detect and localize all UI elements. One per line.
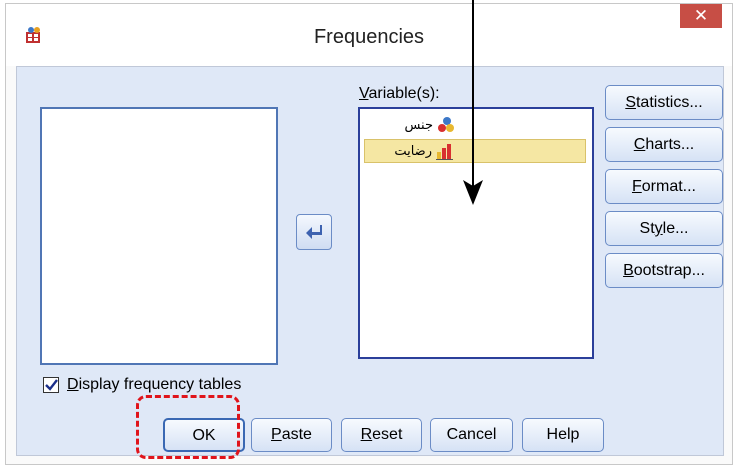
nominal-icon [438,117,454,132]
variables-label-text: ariable(s): [368,85,440,102]
reset-button[interactable]: Reset [341,418,422,452]
charts-label: harts... [645,136,695,153]
ok-highlight-annotation [136,395,240,459]
paste-button[interactable]: Paste [251,418,332,452]
style-label: le... [662,220,689,237]
checkmark-icon [45,379,58,391]
variables-label: Variable(s): [359,85,440,103]
move-arrow-icon [306,225,322,239]
window-title: Frequencies [313,26,425,48]
frequencies-dialog: Frequencies ✕ Variable(s): جنس رضایت Sta… [5,3,733,465]
statistics-button[interactable]: Statistics... [605,85,723,120]
reset-label: eset [372,426,403,443]
statistics-label: tatistics... [635,94,703,111]
checkbox-mnemonic: D [67,376,79,393]
style-button[interactable]: Style... [605,211,723,246]
paste-mnemonic: P [271,426,282,443]
list-item-gender[interactable]: جنس [364,113,586,137]
bootstrap-button[interactable]: Bootstrap... [605,253,723,288]
close-button[interactable]: ✕ [680,4,722,28]
statistics-mnemonic: S [625,94,636,111]
title-bar: Frequencies ✕ [6,4,732,66]
list-item-satisfaction[interactable]: رضایت [364,139,586,163]
source-variable-list[interactable] [40,107,278,365]
display-frequency-tables-option[interactable]: Display frequency tables [43,376,241,394]
paste-label: aste [281,426,312,443]
style-mnemonic: y [654,220,663,237]
dialog-body: Variable(s): جنس رضایت Statistics... Cha… [16,66,724,456]
format-mnemonic: F [631,178,642,195]
format-button[interactable]: Format... [605,169,723,204]
cancel-button[interactable]: Cancel [430,418,513,452]
variable-name: رضایت [394,143,432,158]
style-label-pre: St [639,220,655,237]
reset-mnemonic: R [360,426,373,443]
display-frequency-tables-checkbox[interactable] [43,377,59,393]
scale-bar-icon [436,144,453,160]
charts-button[interactable]: Charts... [605,127,723,162]
variable-name: جنس [404,117,433,132]
charts-mnemonic: C [633,136,646,153]
bootstrap-mnemonic: B [623,262,634,279]
checkbox-label: isplay frequency tables [78,376,242,393]
help-button[interactable]: Help [522,418,604,452]
move-variable-button[interactable] [296,214,332,250]
target-variable-list[interactable]: جنس رضایت [358,107,594,359]
bootstrap-label: ootstrap... [633,262,705,279]
format-label: ormat... [641,178,696,195]
